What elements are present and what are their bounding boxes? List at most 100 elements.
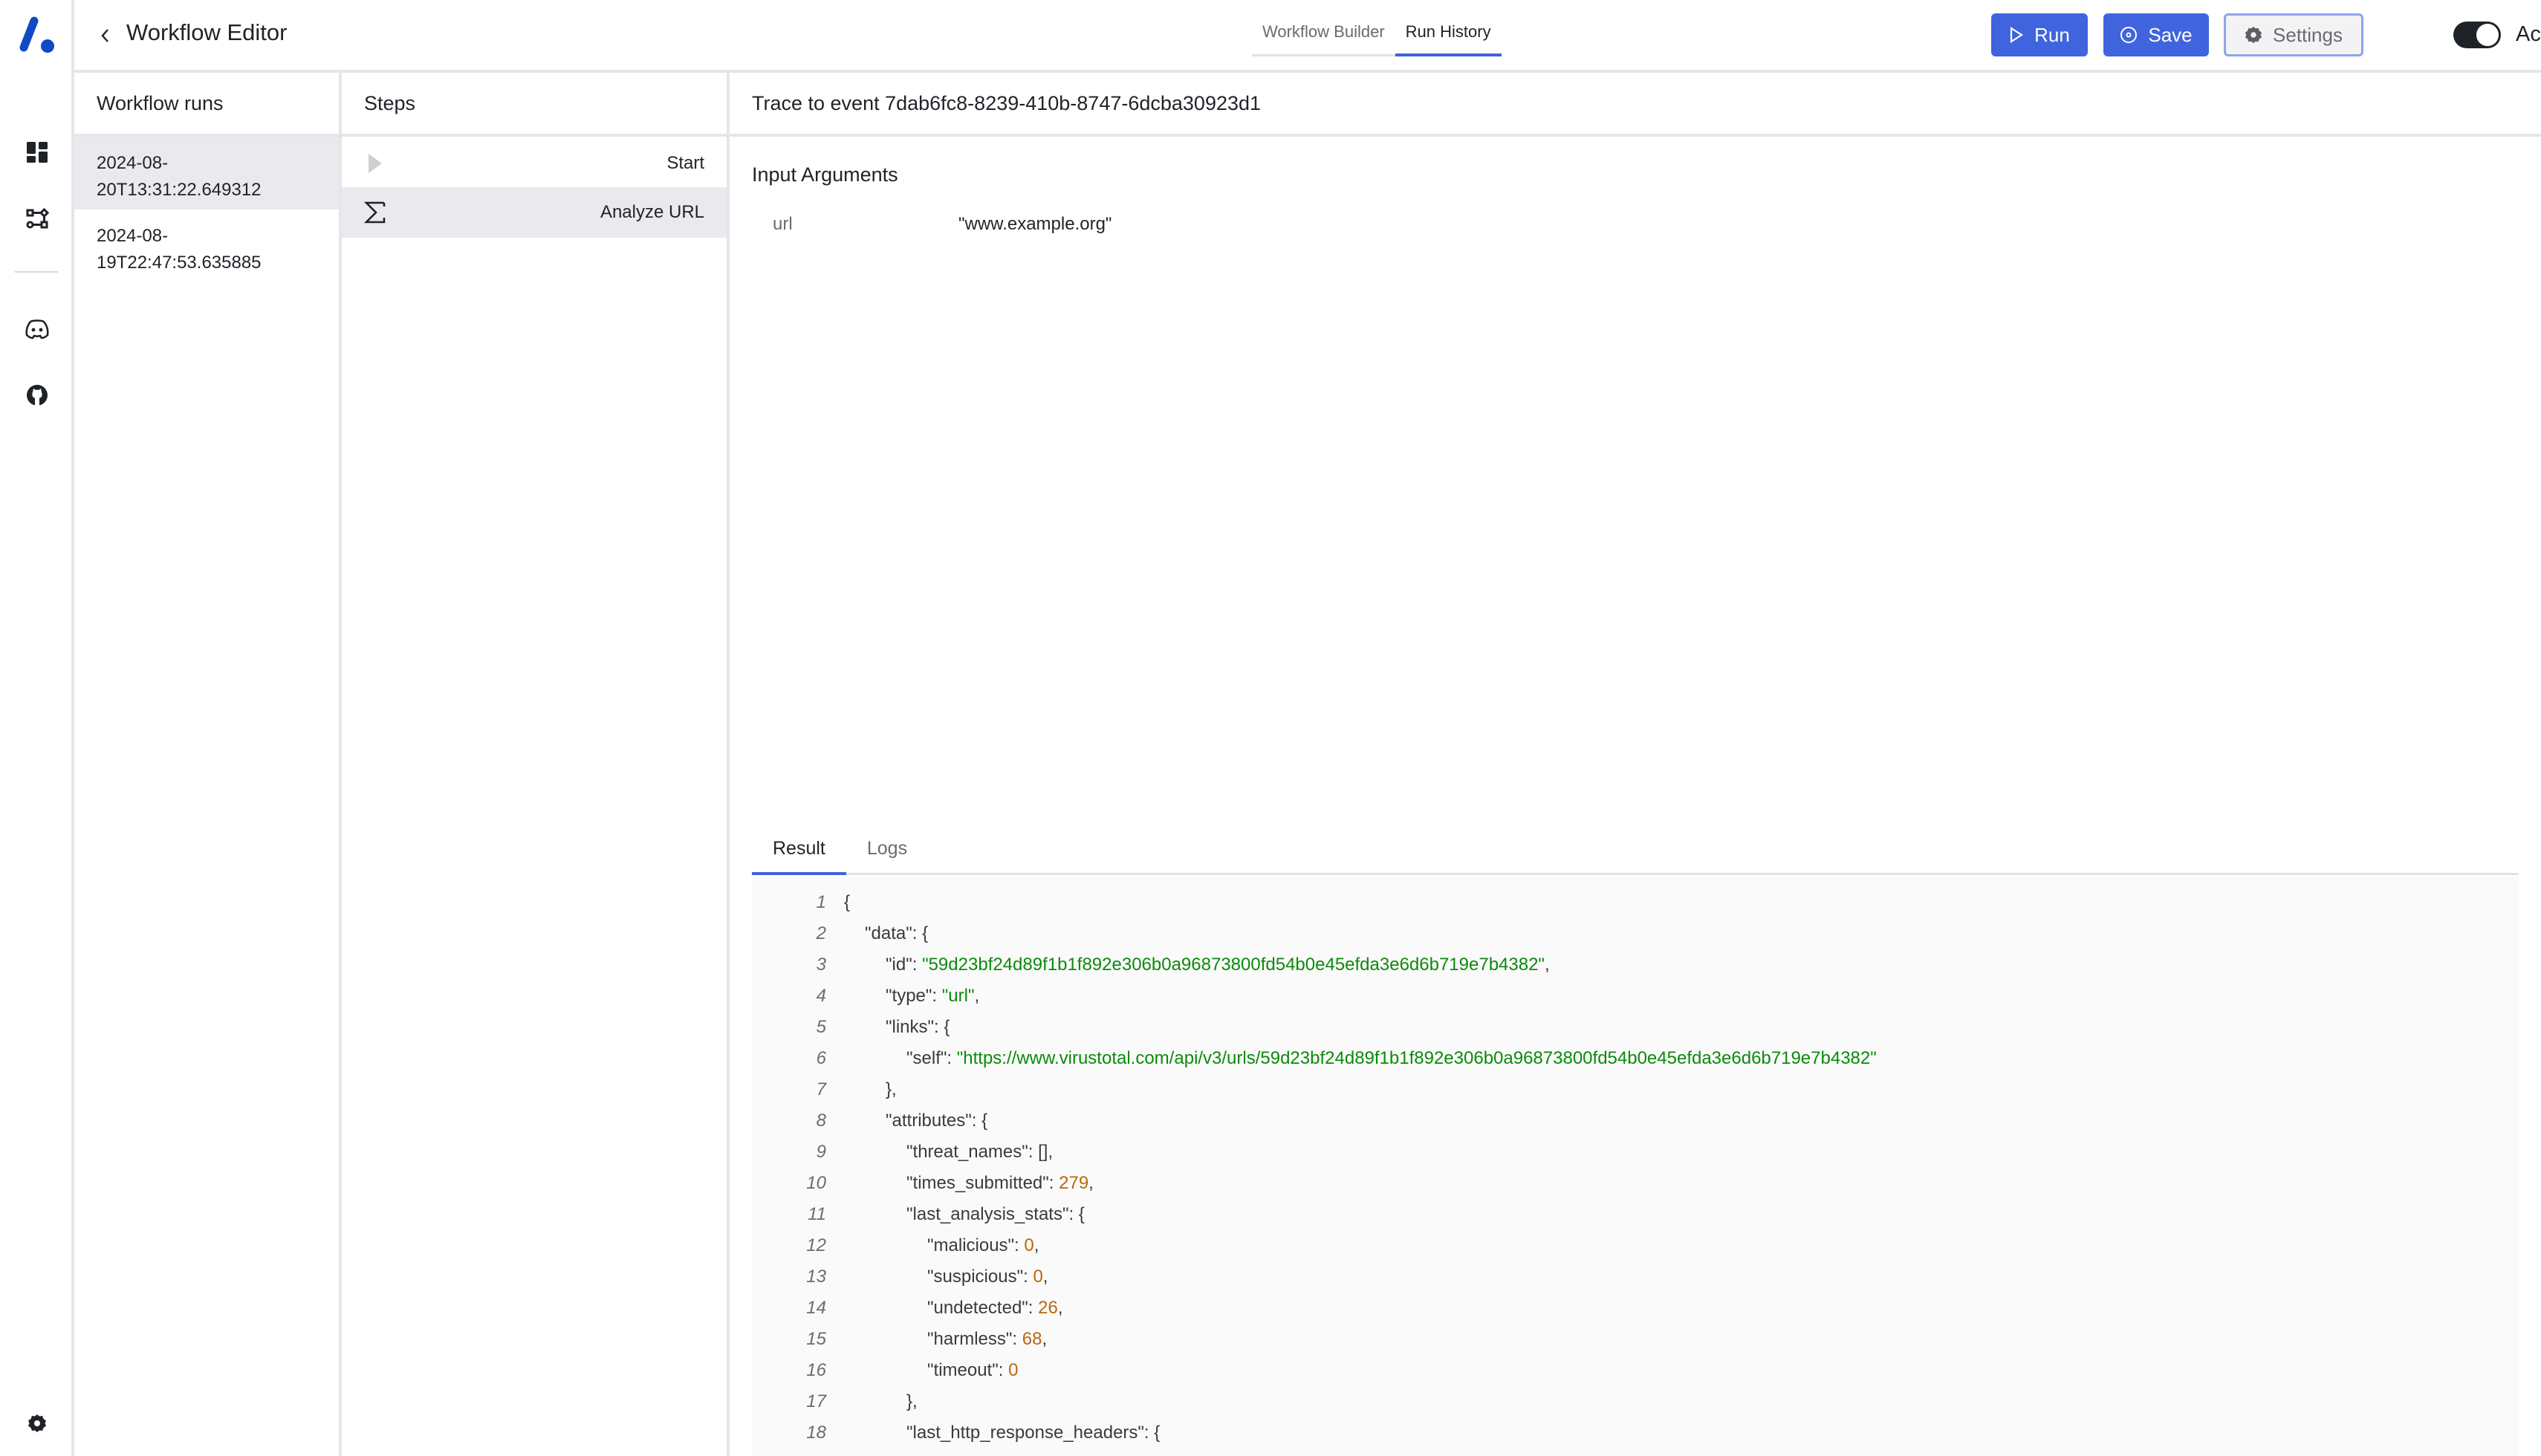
line-number: 18 [806, 1423, 826, 1443]
code-line: 9 "threat_names": [], [752, 1137, 1054, 1168]
line-number: 12 [806, 1235, 826, 1255]
run-list-item[interactable]: 2024-08- 19T22:47:53.635885 [74, 209, 339, 282]
code-line: 14 "undetected": 26, [752, 1293, 1063, 1324]
steps-panel: Steps Start Analyze URL [342, 73, 730, 1456]
active-toggle[interactable] [2453, 22, 2501, 48]
code-line: 8 "attributes": { [752, 1105, 987, 1137]
json-punct: "self": [906, 1048, 957, 1068]
json-punct: { [844, 892, 851, 912]
line-number: 11 [808, 1204, 826, 1224]
workflow-runs-panel: Workflow runs 2024-08- 20T13:31:22.64931… [74, 73, 342, 1456]
line-number: 15 [806, 1329, 826, 1349]
page-title: Workflow Editor [126, 19, 288, 45]
json-punct: "last_http_response_headers": { [906, 1423, 1161, 1443]
argument-key: url [773, 214, 793, 234]
line-number: 14 [806, 1298, 826, 1318]
settings-button[interactable]: Settings [2224, 13, 2363, 56]
run-timestamp-line1: 2024-08- [97, 226, 169, 246]
input-argument-row: url "www.example.org" [773, 214, 1112, 235]
settings-icon[interactable] [22, 1408, 52, 1438]
line-content: "id": "59d23bf24d89f1b1f892e306b0a968738… [826, 955, 1550, 975]
json-punct: "undetected": [927, 1298, 1039, 1318]
line-number: 9 [816, 1142, 826, 1162]
line-number: 16 [806, 1360, 826, 1380]
json-number: 0 [1033, 1267, 1043, 1287]
json-string: "url" [941, 986, 975, 1006]
json-number: 0 [1008, 1360, 1019, 1380]
tab-workflow-builder[interactable]: Workflow Builder [1252, 0, 1395, 56]
line-content: "malicious": 0, [826, 1235, 1039, 1256]
result-code-viewer[interactable]: 1{2 "data": {3 "id": "59d23bf24d89f1b1f892… [752, 877, 2519, 1456]
line-content: "suspicious": 0, [826, 1267, 1048, 1287]
json-punct: , [1057, 1298, 1063, 1318]
json-punct: "times_submitted": [906, 1173, 1059, 1193]
code-line: 7}, [752, 1074, 897, 1105]
line-content: "harmless": 68, [826, 1329, 1047, 1350]
line-content: "links": { [826, 1017, 950, 1038]
line-number: 5 [816, 1017, 826, 1037]
code-line: 18 "last_http_response_headers": { [752, 1417, 1160, 1449]
code-line: 1{ [752, 887, 850, 918]
toggle-knob [2476, 24, 2499, 46]
back-button[interactable] [94, 22, 116, 49]
step-item-start[interactable]: Start [342, 140, 727, 187]
workflow-icon[interactable] [22, 204, 52, 234]
line-content: "attributes": { [826, 1111, 987, 1131]
save-button-label: Save [2148, 23, 2193, 46]
json-punct: , [1033, 1235, 1039, 1255]
json-punct: "suspicious": [927, 1267, 1033, 1287]
line-number: 8 [816, 1111, 826, 1131]
json-punct: "id": [886, 955, 923, 975]
tab-run-history[interactable]: Run History [1395, 0, 1502, 56]
line-content: { [826, 892, 850, 913]
run-list-item[interactable]: 2024-08- 20T13:31:22.649312 [74, 137, 339, 209]
line-content: "last_http_response_headers": { [826, 1423, 1160, 1443]
line-content: }, [826, 1391, 918, 1412]
code-line: 5 "links": { [752, 1012, 950, 1043]
line-number: 13 [806, 1267, 826, 1287]
json-punct: , [1544, 955, 1550, 975]
rail-divider [15, 271, 58, 273]
save-button[interactable]: Save [2103, 13, 2209, 56]
step-label: Analyze URL [600, 202, 704, 222]
line-number: 1 [816, 892, 826, 912]
play-outline-icon [2011, 27, 2024, 43]
trace-title: Trace to event 7dab6fc8-8239-410b-8747-6… [730, 73, 2541, 137]
dashboard-icon[interactable] [22, 137, 52, 167]
line-content: "undetected": 26, [826, 1298, 1063, 1319]
chevron-left-icon [101, 29, 108, 42]
line-number: 3 [816, 955, 826, 975]
json-punct: "threat_names": [], [906, 1142, 1054, 1162]
code-line: 12 "malicious": 0, [752, 1230, 1039, 1261]
run-button-label: Run [2034, 23, 2070, 46]
step-item-analyze-url[interactable]: Analyze URL [342, 187, 727, 238]
play-icon [363, 151, 388, 176]
gear-icon [2245, 26, 2262, 44]
sigma-icon [363, 200, 388, 225]
json-number: 26 [1038, 1298, 1058, 1318]
json-punct: , [1088, 1173, 1094, 1193]
json-punct: "timeout": [927, 1360, 1009, 1380]
discord-icon[interactable] [22, 314, 52, 344]
json-punct: "malicious": [927, 1235, 1025, 1255]
argument-value: "www.example.org" [958, 214, 1112, 234]
run-button[interactable]: Run [1991, 13, 2088, 56]
code-line: 16 "timeout": 0 [752, 1355, 1018, 1386]
line-number: 4 [816, 986, 826, 1006]
code-line: 2 "data": { [752, 918, 928, 949]
json-punct: "type": [886, 986, 942, 1006]
json-number: 68 [1022, 1329, 1042, 1349]
top-header: Workflow Editor Workflow Builder Run His… [74, 0, 2541, 73]
logo-icon[interactable] [16, 15, 58, 56]
run-timestamp-line2: 20T13:31:22.649312 [97, 180, 262, 200]
json-number: 0 [1024, 1235, 1034, 1255]
save-circle-icon [2120, 27, 2138, 43]
github-icon[interactable] [22, 380, 52, 410]
line-number: 6 [816, 1048, 826, 1068]
line-content: "times_submitted": 279, [826, 1173, 1094, 1194]
json-punct: "links": { [886, 1017, 950, 1037]
tab-result[interactable]: Result [752, 832, 846, 875]
json-number: 279 [1059, 1173, 1089, 1193]
tab-logs[interactable]: Logs [846, 832, 928, 873]
input-arguments-title: Input Arguments [752, 163, 898, 186]
